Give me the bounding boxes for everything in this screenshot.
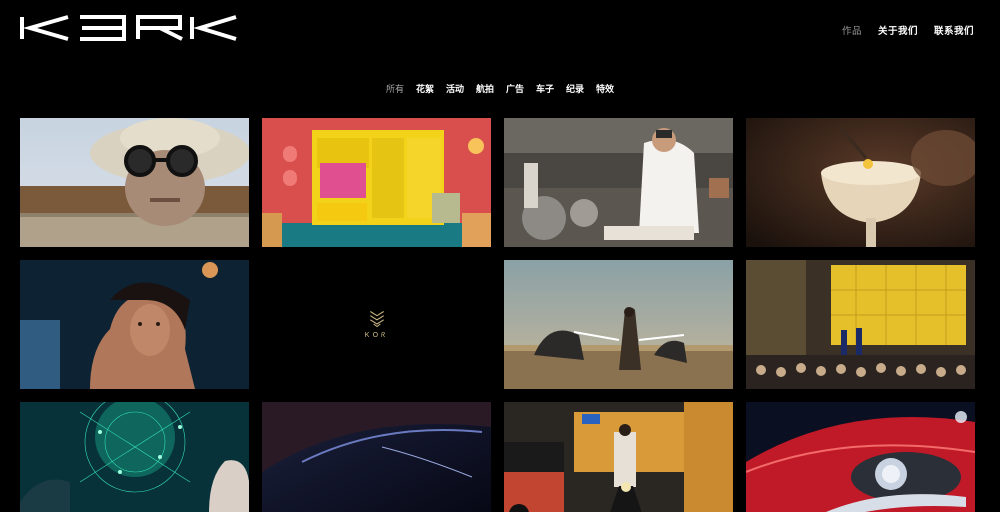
kor-label: ᏦOᖇ [364, 331, 389, 339]
nav-works[interactable]: 作品 [842, 23, 862, 37]
tile-woman-portrait-blue[interactable] [20, 260, 249, 389]
red-car-headlight-image [746, 402, 975, 512]
tile-chef-kitchen[interactable] [504, 118, 733, 247]
filter-events[interactable]: 活动 [446, 82, 464, 95]
filter-cars[interactable]: 车子 [536, 82, 554, 95]
tile-old-man-hat[interactable] [20, 118, 249, 247]
tile-desert-lightsaber[interactable] [504, 260, 733, 389]
yellow-closet-room-image [262, 118, 491, 247]
category-filters: 所有 花絮 活动 航拍 广告 车子 纪录 特效 [0, 82, 1000, 95]
portfolio-grid: ᏦOᖇ [20, 118, 978, 512]
motorcycle-rider-garage-image [504, 402, 733, 512]
old-man-hat-image [20, 118, 249, 247]
tile-car-hood-dark[interactable] [262, 402, 491, 512]
woman-portrait-blue-image [20, 260, 249, 389]
hologram-map-image [20, 402, 249, 512]
tile-concert-crowd[interactable] [746, 260, 975, 389]
filter-aerial[interactable]: 航拍 [476, 82, 494, 95]
filter-vfx[interactable]: 特效 [596, 82, 614, 95]
tile-yellow-closet-room[interactable] [262, 118, 491, 247]
tile-cocktail-glass[interactable] [746, 118, 975, 247]
nav-contact[interactable]: 联系我们 [934, 23, 974, 37]
filter-documentary[interactable]: 纪录 [566, 82, 584, 95]
car-hood-dark-image [262, 402, 491, 512]
tile-red-car-headlight[interactable] [746, 402, 975, 512]
filter-ads[interactable]: 广告 [506, 82, 524, 95]
chef-kitchen-image [504, 118, 733, 247]
filter-behind-scenes[interactable]: 花絮 [416, 82, 434, 95]
filter-all[interactable]: 所有 [386, 82, 404, 95]
kerk-logo[interactable] [20, 15, 238, 41]
tile-motorcycle-rider-garage[interactable] [504, 402, 733, 512]
top-nav: 作品 关于我们 联系我们 [842, 23, 974, 37]
nav-about[interactable]: 关于我们 [878, 23, 918, 37]
desert-lightsaber-image [504, 260, 733, 389]
concert-crowd-image [746, 260, 975, 389]
portfolio-page: 作品 关于我们 联系我们 所有 花絮 活动 航拍 广告 车子 纪录 特效 ᏦOᖇ [0, 0, 1000, 512]
kor-emblem-icon [369, 311, 384, 328]
tile-hologram-map[interactable] [20, 402, 249, 512]
tile-kor-logo[interactable]: ᏦOᖇ [262, 260, 491, 389]
cocktail-glass-image [746, 118, 975, 247]
